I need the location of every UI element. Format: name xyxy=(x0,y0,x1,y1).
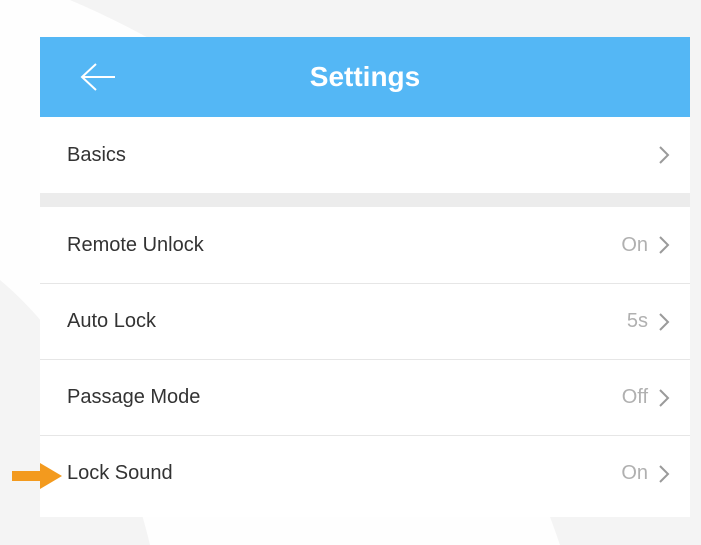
settings-row-basics[interactable]: Basics xyxy=(40,117,690,193)
row-label: Basics xyxy=(67,143,126,166)
settings-row-lock-sound[interactable]: Lock Sound On xyxy=(40,435,690,511)
row-value: On xyxy=(621,233,648,256)
pointer-arrow-icon xyxy=(12,463,62,489)
row-label: Auto Lock xyxy=(67,310,156,332)
row-label: Passage Mode xyxy=(67,386,201,408)
row-label: Remote Unlock xyxy=(67,233,204,256)
settings-row-auto-lock[interactable]: Auto Lock 5s xyxy=(40,283,690,359)
section-divider xyxy=(40,193,690,207)
settings-panel: Settings Basics Remote Unlock On Auto Lo… xyxy=(40,37,690,517)
settings-row-passage-mode[interactable]: Passage Mode Off xyxy=(40,359,690,435)
header-bar: Settings xyxy=(40,37,690,117)
chevron-right-icon xyxy=(658,464,670,484)
row-value: On xyxy=(621,462,648,484)
chevron-right-icon xyxy=(658,312,670,332)
chevron-right-icon xyxy=(658,145,670,165)
chevron-right-icon xyxy=(658,388,670,408)
row-label: Lock Sound xyxy=(67,462,173,484)
row-value: Off xyxy=(621,386,648,408)
chevron-right-icon xyxy=(658,235,670,255)
settings-row-remote-unlock[interactable]: Remote Unlock On xyxy=(40,207,690,283)
page-title: Settings xyxy=(309,61,421,92)
row-value: 5s xyxy=(626,310,648,332)
